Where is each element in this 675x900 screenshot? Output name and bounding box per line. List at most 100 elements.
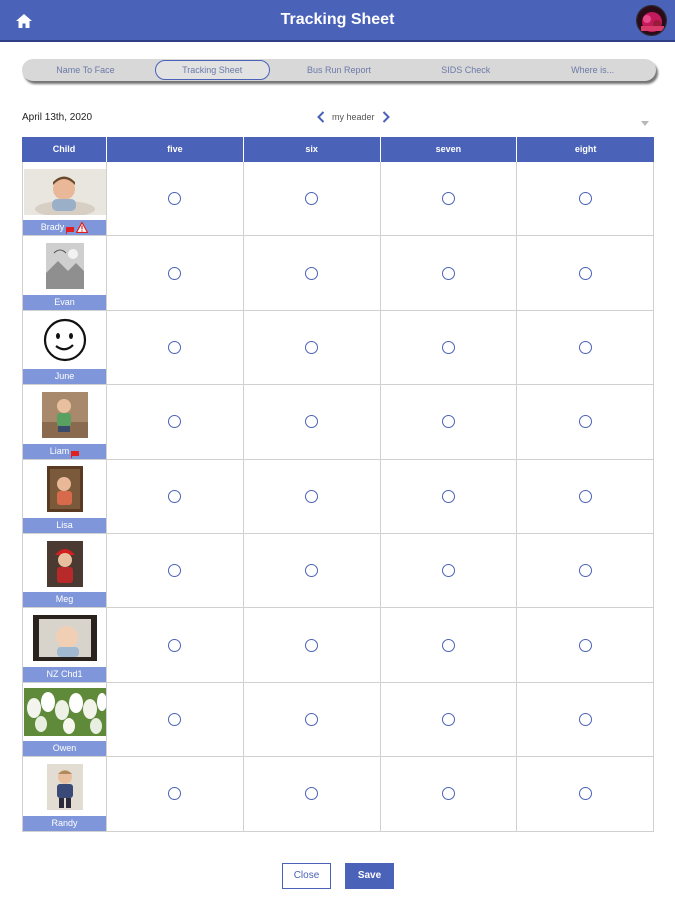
- slot-cell-five: [107, 608, 244, 682]
- radio-button[interactable]: [305, 266, 319, 280]
- column-header-eight: eight: [517, 137, 654, 162]
- child-cell[interactable]: NZ Chd1: [22, 608, 107, 682]
- tab-tracking-sheet[interactable]: Tracking Sheet: [149, 59, 276, 81]
- radio-button[interactable]: [441, 564, 455, 578]
- radio-button[interactable]: [305, 415, 319, 429]
- table-row: Evan: [22, 236, 654, 311]
- placeholder-photo: [23, 238, 106, 293]
- caret-down-icon[interactable]: [641, 114, 649, 126]
- radio-button[interactable]: [441, 340, 455, 354]
- slot-cell-eight: [517, 533, 654, 608]
- radio-button[interactable]: [168, 787, 182, 801]
- slot-cell-five: [107, 236, 244, 310]
- radio-button[interactable]: [578, 712, 592, 726]
- close-button[interactable]: Close: [282, 863, 331, 889]
- radio-button[interactable]: [305, 787, 319, 801]
- slot-cell-six: [244, 533, 381, 608]
- radio-button[interactable]: [578, 415, 592, 429]
- save-button[interactable]: Save: [345, 863, 394, 889]
- radio-button[interactable]: [578, 266, 592, 280]
- radio-button[interactable]: [441, 712, 455, 726]
- radio-button[interactable]: [305, 638, 319, 652]
- table-row: Liam: [22, 385, 654, 460]
- slot-cell-six: [244, 608, 381, 682]
- child-cell[interactable]: Lisa: [22, 459, 107, 533]
- radio-button[interactable]: [441, 266, 455, 280]
- child-cell[interactable]: Liam: [22, 385, 107, 459]
- radio-button[interactable]: [305, 340, 319, 354]
- child-name: Meg: [55, 594, 74, 605]
- child-name-bar: Liam: [23, 443, 106, 459]
- radio-button[interactable]: [168, 415, 182, 429]
- tab-label: Tracking Sheet: [182, 65, 243, 75]
- slot-cell-six: [244, 236, 381, 310]
- slot-cell-seven: [381, 162, 518, 236]
- slot-cell-six: [244, 310, 381, 385]
- child-cell[interactable]: Brady: [22, 162, 107, 236]
- column-header-six: six: [243, 137, 381, 162]
- radio-button[interactable]: [441, 787, 455, 801]
- toddler-photo: [23, 387, 106, 442]
- child-name-bar: Lisa: [23, 517, 106, 533]
- radio-button[interactable]: [168, 489, 182, 503]
- child-cell[interactable]: June: [22, 310, 107, 385]
- radio-button[interactable]: [168, 564, 182, 578]
- tab-bus-run-report[interactable]: Bus Run Report: [276, 59, 403, 81]
- table-row: June: [22, 310, 654, 386]
- slot-cell-five: [107, 682, 244, 757]
- child-cell[interactable]: Randy: [22, 757, 107, 831]
- slot-cell-eight: [517, 682, 654, 757]
- smiley-drawing: [23, 313, 106, 368]
- flag-icon: [66, 224, 75, 235]
- child-name-bar: Meg: [23, 592, 106, 608]
- radio-button[interactable]: [441, 489, 455, 503]
- radio-button[interactable]: [168, 340, 182, 354]
- radio-button[interactable]: [441, 192, 455, 206]
- user-avatar[interactable]: [636, 5, 667, 36]
- radio-button[interactable]: [168, 192, 182, 206]
- table-header: Child five six seven eight: [22, 137, 654, 162]
- table-row: Meg: [22, 533, 654, 609]
- radio-button[interactable]: [305, 712, 319, 726]
- chevron-left-icon[interactable]: [316, 110, 326, 124]
- radio-button[interactable]: [578, 489, 592, 503]
- radio-button[interactable]: [168, 638, 182, 652]
- child-cell[interactable]: Evan: [22, 236, 107, 310]
- tab-label: Bus Run Report: [306, 65, 372, 75]
- radio-button[interactable]: [578, 787, 592, 801]
- top-bar: Tracking Sheet: [0, 0, 675, 42]
- radio-button[interactable]: [578, 564, 592, 578]
- radio-button[interactable]: [578, 638, 592, 652]
- slot-cell-five: [107, 162, 244, 236]
- radio-button[interactable]: [305, 489, 319, 503]
- chevron-right-icon[interactable]: [381, 110, 391, 124]
- date-label: April 13th, 2020: [22, 112, 93, 123]
- child-name: Randy: [51, 817, 78, 828]
- slot-cell-five: [107, 310, 244, 385]
- radio-button[interactable]: [168, 712, 182, 726]
- radio-button[interactable]: [305, 192, 319, 206]
- radio-button[interactable]: [578, 192, 592, 206]
- flag-icon: [71, 448, 80, 458]
- radio-button[interactable]: [168, 266, 182, 280]
- tab-name-to-face[interactable]: Name To Face: [22, 59, 149, 81]
- child-name: Evan: [54, 296, 75, 307]
- slot-cell-six: [244, 682, 381, 757]
- radio-button[interactable]: [305, 564, 319, 578]
- slot-cell-six: [244, 757, 381, 831]
- tab-where-is[interactable]: Where is...: [529, 59, 656, 81]
- radio-button[interactable]: [441, 638, 455, 652]
- child-cell[interactable]: Meg: [22, 533, 107, 608]
- child-name-bar: Randy: [23, 815, 106, 831]
- child-name-bar: Brady: [23, 220, 106, 236]
- boy-photo: [23, 164, 106, 219]
- tab-sids-check[interactable]: SIDS Check: [402, 59, 529, 81]
- radio-button[interactable]: [441, 415, 455, 429]
- slot-cell-eight: [517, 385, 654, 459]
- child-cell[interactable]: Owen: [22, 682, 107, 757]
- child-name-bar: June: [23, 369, 106, 385]
- slot-cell-seven: [381, 608, 518, 682]
- radio-button[interactable]: [578, 340, 592, 354]
- warning-icon: [75, 221, 89, 234]
- slot-cell-seven: [381, 385, 518, 459]
